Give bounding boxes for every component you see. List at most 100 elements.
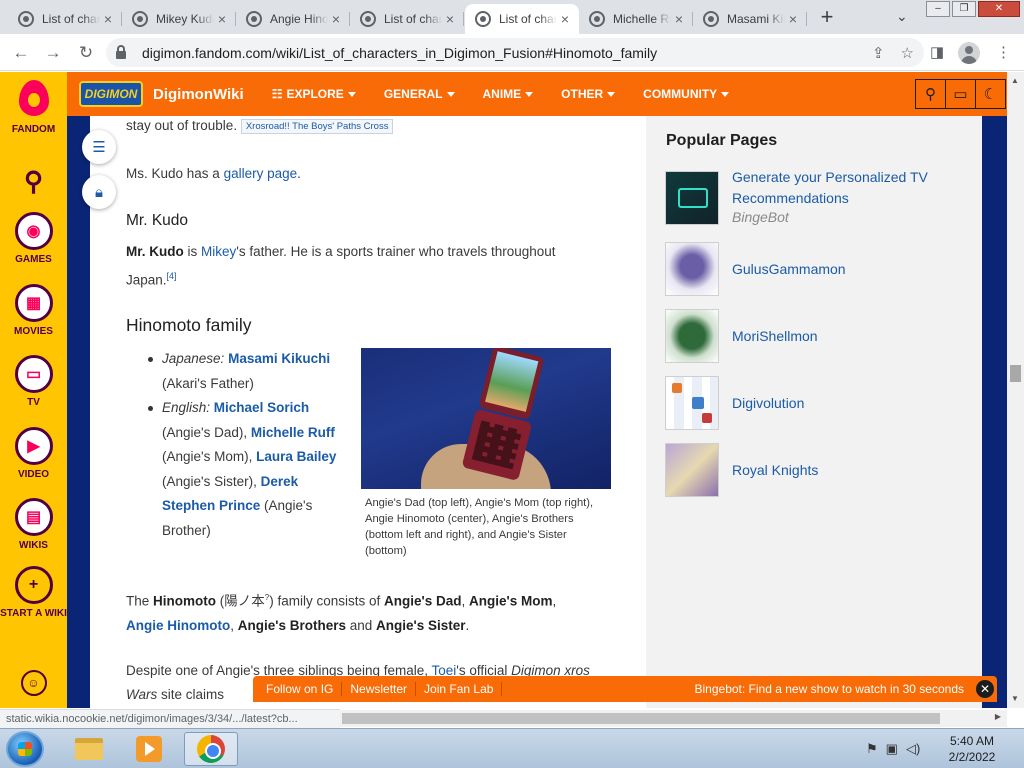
menu-kebab-icon[interactable]: ⋮ [996,43,1011,61]
fandom-flame-icon [15,78,53,120]
close-tab-icon[interactable]: × [557,11,573,27]
folder-icon [75,738,103,760]
back-arrow-icon[interactable]: ← [10,42,32,64]
rail-item-label: MOVIES [14,326,53,337]
discussions-button[interactable]: ▭ [945,79,976,109]
bingebot-promo-link[interactable]: Bingebot: Find a new show to watch in 30… [695,682,965,696]
episode-citation[interactable]: Xrosroad!! The Boys' Paths Cross [240,118,394,134]
close-tab-icon[interactable]: × [214,11,230,27]
michelle-ruff-link[interactable]: Michelle Ruff [251,425,335,440]
book-icon: ▤ [14,498,53,536]
page-lock-button[interactable]: 🔒︎ [82,175,116,209]
windows-start-button[interactable] [6,731,44,767]
browser-tab[interactable]: List of characters in Digimon Fusion × [8,4,122,34]
laura-bailey-link[interactable]: Laura Bailey [256,449,336,464]
close-tab-icon[interactable]: × [785,11,801,27]
wiki-nav: ☷ EXPLORE GENERAL ANIME OTHER COMMUNITY [258,87,743,101]
gallery-page-link[interactable]: gallery page [224,166,298,181]
taskbar-chrome[interactable] [184,732,238,766]
profile-avatar[interactable] [958,42,980,64]
close-tab-icon[interactable]: × [100,11,116,27]
close-tab-icon[interactable]: × [671,11,687,27]
clock-date: 2/2/2022 [948,750,996,764]
browser-tab[interactable]: Angie Hinomoto × [236,4,350,34]
rail-item-start-wiki[interactable]: + START A WIKI [0,566,67,620]
nav-other[interactable]: OTHER [547,87,629,101]
close-window-button[interactable]: ✕ [978,1,1020,17]
browser-tab[interactable]: Michelle Ruff × [579,4,693,34]
tab-title: List of characters in Digimon Fusion [499,12,557,26]
tab-search-chevron-icon[interactable]: ⌄ [896,8,908,25]
minimize-button[interactable]: – [926,1,950,17]
nav-general[interactable]: GENERAL [370,87,469,101]
new-tab-button[interactable]: + [815,6,839,30]
browser-tab[interactable]: Mikey Kudo × [122,4,236,34]
browser-tab[interactable]: Masami Kikuchi × [693,4,807,34]
rail-item-movies[interactable]: ▦ MOVIES [0,284,67,338]
forward-arrow-icon[interactable]: → [42,42,64,64]
rail-item-video[interactable]: ▶ VIDEO [0,427,67,481]
search-icon: ⚲ [925,86,936,103]
follow-on-ig-link[interactable]: Follow on IG [253,682,343,696]
search-icon: ⚲ [23,165,44,196]
maximize-button[interactable]: ❐ [952,1,976,17]
table-of-contents-button[interactable]: ☰ [82,130,116,164]
fandom-home-link[interactable]: FANDOM [0,78,67,136]
page-vertical-scrollbar[interactable]: ▲ ▼ [1007,72,1024,708]
system-tray: ⚑ ▣ ◁) [866,741,920,757]
address-bar[interactable]: digimon.fandom.com/wiki/List_of_characte… [106,38,924,67]
scroll-up-arrow-icon[interactable]: ▲ [1011,76,1019,85]
nav-label: EXPLORE [286,87,344,101]
rail-item-games[interactable]: ◉ GAMES [0,212,67,266]
horizontal-scroll-thumb[interactable] [342,713,940,724]
scroll-right-arrow-icon[interactable]: ▶ [995,712,1001,721]
share-icon[interactable]: ⇪ [872,44,885,62]
bookmark-star-icon[interactable]: ☆ [901,44,914,62]
side-panel-icon[interactable]: ◨ [930,43,944,61]
wiki-name[interactable]: DigimonWiki [153,86,244,103]
global-search-button[interactable]: ⚲ [0,162,67,200]
network-icon[interactable]: ▣ [886,741,898,757]
reload-icon[interactable]: ↻ [75,42,97,64]
theme-toggle-button[interactable]: ☾ [975,79,1006,109]
nav-explore[interactable]: ☷ EXPLORE [258,87,370,101]
browser-tab-active[interactable]: List of characters in Digimon Fusion × [465,4,579,34]
taskbar-explorer[interactable] [62,732,116,766]
nav-label: GENERAL [383,87,443,101]
nav-label: ANIME [482,87,522,101]
taskbar-media-player[interactable] [122,732,176,766]
reference-link[interactable]: [4] [167,271,177,281]
tab-title: Mikey Kudo [156,12,214,26]
rail-item-label: START A WIKI [0,608,67,619]
mikey-link[interactable]: Mikey [201,244,236,259]
close-tab-icon[interactable]: × [328,11,344,27]
rail-item-wikis[interactable]: ▤ WIKIS [0,498,67,552]
nav-anime[interactable]: ANIME [469,87,548,101]
michael-sorich-link[interactable]: Michael Sorich [214,400,309,415]
rail-item-label: VIDEO [17,469,50,480]
scroll-down-arrow-icon[interactable]: ▼ [1011,694,1019,703]
list-item: English: Michael Sorich (Angie's Dad), M… [140,396,340,543]
wiki-search-button[interactable]: ⚲ [915,79,946,109]
digimon-wiki-logo[interactable]: DIGIMON [79,81,143,107]
close-tab-icon[interactable]: × [442,11,458,27]
lock-icon[interactable] [116,44,126,59]
tab-title: List of characters in Digimon Fusion [384,12,442,26]
angie-hinomoto-link[interactable]: Angie Hinomoto [126,618,230,633]
action-center-flag-icon[interactable]: ⚑ [866,741,878,757]
vertical-scroll-thumb[interactable] [1010,365,1021,382]
article-paragraph: stay out of trouble. Xrosroad!! The Boys… [126,114,394,138]
close-bar-icon[interactable]: ✕ [976,680,994,698]
browser-tab[interactable]: List of characters in Digimon Fusion × [350,4,464,34]
masami-kikuchi-link[interactable]: Masami Kikuchi [228,351,330,366]
rail-item-tv[interactable]: ▭ TV [0,355,67,409]
join-fan-lab-link[interactable]: Join Fan Lab [416,682,503,696]
taskbar-clock[interactable]: 5:40 AM 2/2/2022 [930,733,1014,765]
nav-community[interactable]: COMMUNITY [629,87,743,101]
hinomoto-family-image[interactable] [361,348,611,489]
user-account-button[interactable]: ☺ [0,670,67,696]
rail-item-label: TV [27,397,40,408]
newsletter-link[interactable]: Newsletter [342,682,417,696]
volume-icon[interactable]: ◁) [906,741,920,757]
tab-title: Masami Kikuchi [727,12,785,26]
